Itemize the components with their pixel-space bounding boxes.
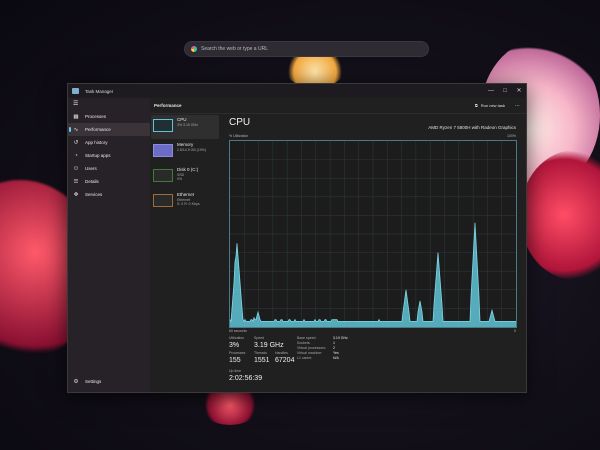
more-options-icon[interactable]: ⋯ xyxy=(515,103,520,109)
web-search-bar[interactable]: Search the web or type a URL xyxy=(184,41,429,57)
detail-value: 3.19 GHz xyxy=(333,336,348,340)
stat-value: 67204 xyxy=(275,356,295,364)
sidebar-item-label: Users xyxy=(85,166,97,171)
mem-thumbnail-graph xyxy=(153,144,173,157)
stat-value: 1551 xyxy=(254,356,270,364)
task-manager-icon xyxy=(72,88,79,94)
run-task-icon: ⧉ xyxy=(474,103,478,108)
menu-icon[interactable]: ☰ xyxy=(68,98,150,110)
cpu-details: Base speed: 3.19 GHz Sockets: 1 Virtual proc… xyxy=(297,336,377,361)
stat-value: 2:02:56:39 xyxy=(229,374,263,382)
sidebar-item-label: Performance xyxy=(85,127,111,132)
speedometer-icon: ◔ xyxy=(74,152,78,159)
detail-row: L1 cache: N/A xyxy=(297,356,377,361)
graph-min-label: 0 xyxy=(514,329,516,333)
cpu-model: AMD Ryzen 7 5800H with Radeon Graphics xyxy=(428,125,516,130)
stat-uptime: Up time 2:02:56:39 xyxy=(229,369,262,383)
pulse-icon: ∿ xyxy=(73,126,79,133)
sidebar-item-startup-apps[interactable]: ◔ Startup apps xyxy=(68,149,150,162)
disk-thumbnail-graph xyxy=(153,169,173,182)
device-item-eth[interactable]: Ethernet Ethernet S: 0 R: 0 Kbps xyxy=(151,190,219,214)
close-button[interactable]: ✕ xyxy=(512,84,526,98)
device-subtitle: S: 0 R: 0 Kbps xyxy=(177,202,200,206)
grid-icon: ▦ xyxy=(73,113,79,120)
page-title: Performance xyxy=(154,103,182,108)
device-text: Disk 0 (C:) SSD 0% xyxy=(177,167,198,182)
stat-value: 155 xyxy=(229,356,241,364)
sidebar-item-label: Processes xyxy=(85,114,107,119)
search-engine-icon xyxy=(191,46,197,52)
task-manager-window: Task Manager — □ ✕ ☰ ▦ Processes ∿ Performa… xyxy=(67,83,527,393)
stat-value: 3.19 GHz xyxy=(254,341,284,349)
sidebar-item-label: Startup apps xyxy=(85,153,111,158)
sidebar-item-users[interactable]: ⚇ Users xyxy=(68,162,150,175)
sidebar: ☰ ▦ Processes ∿ Performance ↺ App history ◔ Sta… xyxy=(68,98,150,392)
cpu-heading: CPU xyxy=(229,117,251,128)
cpu-thumbnail-graph xyxy=(153,119,173,132)
detail-key: L1 cache: xyxy=(297,356,313,360)
device-list: CPU 3% 3.19 GHz Memory 2.8/14.9 GB (19%) Dis… xyxy=(150,114,220,392)
device-item-cpu[interactable]: CPU 3% 3.19 GHz xyxy=(151,115,219,139)
sidebar-item-label: Details xyxy=(85,179,99,184)
stat-label: Utilization xyxy=(229,336,245,340)
maximize-button[interactable]: □ xyxy=(498,84,512,98)
device-item-disk[interactable]: Disk 0 (C:) SSD 0% xyxy=(151,165,219,189)
device-item-mem[interactable]: Memory 2.8/14.9 GB (19%) xyxy=(151,140,219,164)
device-subtitle: 0% xyxy=(177,177,183,181)
stat-threads: Threads 1551 xyxy=(254,351,270,365)
stat-handles: Handles 67204 xyxy=(275,351,294,365)
minimize-button[interactable]: — xyxy=(484,84,498,98)
page-header: Performance ⧉ Run new task ⋯ xyxy=(150,98,526,114)
device-name: Disk 0 (C:) xyxy=(177,167,199,172)
graph-time-span: 60 seconds xyxy=(229,329,247,333)
users-icon: ⚇ xyxy=(73,165,79,172)
sidebar-item-app-history[interactable]: ↺ App history xyxy=(68,136,150,149)
eth-thumbnail-graph xyxy=(153,194,173,207)
device-text: CPU 3% 3.19 GHz xyxy=(177,117,198,127)
utilization-max-label: 100% xyxy=(507,134,516,138)
sidebar-item-label: Services xyxy=(85,192,103,197)
device-subtitle: 2.8/14.9 GB (19%) xyxy=(177,147,206,152)
stat-utilization: Utilization 3% xyxy=(229,336,244,350)
run-new-task-label: Run new task xyxy=(480,103,505,108)
stat-value: 3% xyxy=(229,341,240,349)
device-text: Ethernet Ethernet S: 0 R: 0 Kbps xyxy=(177,192,200,207)
sidebar-item-label: Settings xyxy=(85,379,102,384)
history-icon: ↺ xyxy=(73,139,79,146)
device-subtitle: 3% 3.19 GHz xyxy=(177,122,198,127)
list-icon: ☰ xyxy=(73,178,79,185)
detail-value: N/A xyxy=(333,356,339,360)
utilization-axis-label: % Utilization xyxy=(229,134,249,138)
device-text: Memory 2.8/14.9 GB (19%) xyxy=(177,142,206,152)
cpu-graph-svg xyxy=(229,141,516,327)
search-placeholder: Search the web or type a URL xyxy=(201,46,268,52)
stat-label: Processes xyxy=(229,351,246,355)
cpu-panel: CPU AMD Ryzen 7 5800H with Radeon Graphi… xyxy=(226,114,520,392)
sidebar-item-processes[interactable]: ▦ Processes xyxy=(68,110,150,123)
stat-speed: Speed 3.19 GHz xyxy=(254,336,284,350)
gear-icon: ⚙ xyxy=(73,378,79,385)
sidebar-item-label: App history xyxy=(85,140,108,145)
sidebar-item-performance[interactable]: ∿ Performance xyxy=(68,123,150,136)
sidebar-item-settings[interactable]: ⚙ Settings xyxy=(68,375,150,388)
run-new-task-button[interactable]: ⧉ Run new task xyxy=(475,103,505,108)
window-controls: — □ ✕ xyxy=(484,84,526,98)
sidebar-item-details[interactable]: ☰ Details xyxy=(68,175,150,188)
sidebar-item-services[interactable]: ✥ Services xyxy=(68,188,150,201)
stat-processes: Processes 155 xyxy=(229,351,245,365)
title-bar[interactable]: Task Manager — □ ✕ xyxy=(68,84,526,98)
cpu-utilization-graph xyxy=(229,140,517,328)
window-title: Task Manager xyxy=(85,88,114,94)
puzzle-icon: ✥ xyxy=(73,191,79,198)
